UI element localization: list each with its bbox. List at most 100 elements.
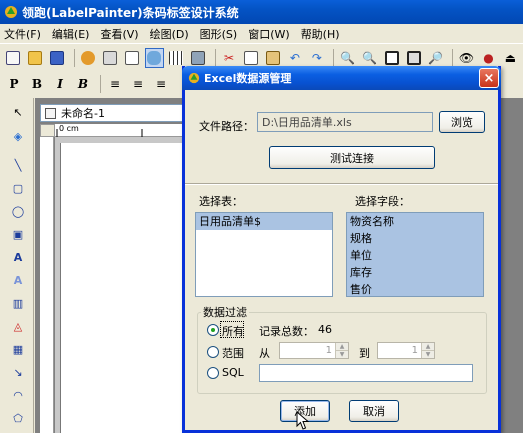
redo-button[interactable]: ↷ <box>307 48 326 68</box>
cancel-button[interactable]: 取消 <box>349 400 399 422</box>
save-button[interactable] <box>48 48 67 68</box>
range-from-spin-arrows[interactable]: ▲ ▼ <box>335 343 348 358</box>
zoom-actual-button[interactable] <box>404 48 423 68</box>
range-from-value: 1 <box>325 345 332 356</box>
zoom-fit-button[interactable] <box>382 48 401 68</box>
qrcode-tool[interactable]: ▦ <box>8 339 28 359</box>
align-center-button[interactable]: ≡ <box>128 74 148 94</box>
zoom-out-button[interactable]: 🔍 <box>360 48 379 68</box>
label-paper[interactable] <box>60 143 185 433</box>
shape-tool[interactable]: ◬ <box>8 316 28 336</box>
print-preview-button[interactable] <box>123 48 142 68</box>
table-list[interactable]: 日用品清单$ <box>195 212 333 297</box>
browse-button[interactable]: 浏览 <box>439 111 485 133</box>
field-list-item[interactable]: 规格 <box>347 230 483 247</box>
show-button[interactable]: 👁 <box>457 48 476 68</box>
data-filter-title: 数据过滤 <box>201 304 249 320</box>
menu-file[interactable]: 文件(F) <box>4 26 41 42</box>
paste-icon <box>265 50 280 65</box>
menu-shape[interactable]: 图形(S) <box>200 26 238 42</box>
grid-button[interactable] <box>167 48 186 68</box>
filter-all-label[interactable]: 所有 <box>222 323 244 339</box>
bold-p-button[interactable]: P <box>4 74 24 94</box>
toolbar-separator <box>452 48 454 67</box>
filter-sql-label[interactable]: SQL <box>222 366 244 379</box>
database-icon <box>147 50 162 65</box>
pan-tool[interactable]: ◈ <box>8 126 28 146</box>
app-title: 领跑(LabelPainter)条码标签设计系统 <box>22 5 239 20</box>
dialog-title-bar[interactable]: Excel数据源管理 × <box>182 66 501 90</box>
menu-view[interactable]: 查看(V) <box>100 26 138 42</box>
sql-input[interactable] <box>259 364 473 382</box>
exit-button[interactable]: ⏏ <box>501 48 520 68</box>
field-list-item[interactable]: 售价 <box>347 281 483 296</box>
field-list[interactable]: 物资名称 规格 单位 库存 售价 <box>346 212 484 297</box>
align-right-button[interactable]: ≡ <box>151 74 171 94</box>
italic-button[interactable]: I <box>50 74 70 94</box>
filter-all-radio[interactable] <box>207 324 219 336</box>
menu-draw[interactable]: 绘图(D) <box>150 26 189 42</box>
file-path-field[interactable]: D:\日用品清单.xls <box>257 112 433 132</box>
zoom-in-button[interactable]: 🔍 <box>338 48 357 68</box>
redo-icon: ↷ <box>311 50 322 65</box>
bold-italic-button[interactable]: B <box>73 74 93 94</box>
align-left-button[interactable]: ≡ <box>105 74 125 94</box>
polyline-tool[interactable]: ↘ <box>8 362 28 382</box>
polygon-tool[interactable]: ⬠ <box>8 408 28 428</box>
ellipse-icon: ◯ <box>11 204 25 218</box>
filter-range-label[interactable]: 范围 <box>222 345 244 361</box>
polygon-icon: ⬠ <box>13 411 23 425</box>
field-list-item[interactable]: 库存 <box>347 264 483 281</box>
arc-tool[interactable]: ◠ <box>8 385 28 405</box>
copy-icon <box>244 50 259 65</box>
new-file-button[interactable] <box>4 48 23 68</box>
record-count-label: 记录总数： <box>259 325 314 338</box>
bold-button[interactable]: B <box>27 74 47 94</box>
hide-button[interactable]: ● <box>479 48 498 68</box>
text-tool[interactable]: A <box>8 247 28 267</box>
select-tool[interactable]: ↖ <box>8 102 28 122</box>
field-list-item[interactable]: 物资名称 <box>347 213 483 230</box>
outlined-text-tool[interactable]: A <box>8 270 28 290</box>
settings-button[interactable] <box>79 48 98 68</box>
zoom-fit-icon <box>384 50 399 65</box>
drawing-toolbox: ↖ ◈ ╲ ▢ ◯ ▣ A A ▥ ◬ ▦ ↘ ◠ ⬠ <box>0 98 34 433</box>
line-tool[interactable]: ╲ <box>8 155 28 175</box>
cut-button[interactable]: ✂ <box>220 48 239 68</box>
range-to-spinner[interactable]: 1 ▲ ▼ <box>377 342 435 359</box>
select-fields-label: 选择字段： <box>355 195 410 208</box>
outlined-text-icon: A <box>13 273 23 287</box>
spin-down-icon: ▼ <box>339 350 345 358</box>
close-button[interactable]: × <box>479 68 499 88</box>
pointer-icon: ↖ <box>13 105 23 119</box>
menu-edit[interactable]: 编辑(E) <box>52 26 90 42</box>
horizontal-ruler: 0 cm <box>55 124 185 137</box>
calculator-button[interactable] <box>189 48 208 68</box>
field-list-item[interactable]: 单位 <box>347 247 483 264</box>
range-from-spinner[interactable]: 1 ▲ ▼ <box>279 342 349 359</box>
database-button[interactable] <box>144 47 164 68</box>
copy-button[interactable] <box>242 48 261 68</box>
paste-button[interactable] <box>264 48 283 68</box>
document-tab[interactable]: 未命名-1 <box>40 104 200 122</box>
print-button[interactable] <box>101 48 120 68</box>
triangle-icon: ◬ <box>13 319 23 333</box>
filter-sql-radio[interactable] <box>207 367 219 379</box>
image-tool[interactable]: ▣ <box>8 224 28 244</box>
menu-help[interactable]: 帮助(H) <box>301 26 340 42</box>
barcode-tool[interactable]: ▥ <box>8 293 28 313</box>
ellipse-tool[interactable]: ◯ <box>8 201 28 221</box>
test-connection-button[interactable]: 测试连接 <box>269 146 435 169</box>
table-list-item[interactable]: 日用品清单$ <box>196 213 332 230</box>
qrcode-icon: ▦ <box>12 342 24 356</box>
align-right-icon: ≡ <box>155 77 167 91</box>
menu-window[interactable]: 窗口(W) <box>248 26 289 42</box>
undo-button[interactable]: ↶ <box>285 48 304 68</box>
range-to-spin-arrows[interactable]: ▲ ▼ <box>421 343 434 358</box>
filter-range-radio[interactable] <box>207 346 219 358</box>
open-file-button[interactable] <box>26 48 45 68</box>
align-left-icon: ≡ <box>109 77 121 91</box>
zoom-tool-button[interactable]: 🔎 <box>426 48 445 68</box>
open-folder-icon <box>28 50 43 65</box>
rectangle-tool[interactable]: ▢ <box>8 178 28 198</box>
